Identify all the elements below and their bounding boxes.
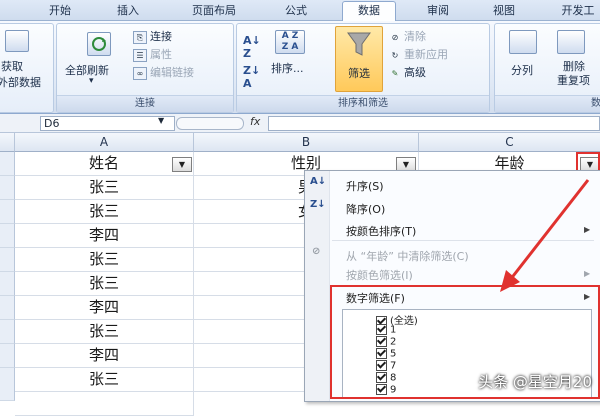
annotation-arrow xyxy=(500,179,590,292)
watermark: 头条 @星空月20 xyxy=(478,373,592,391)
